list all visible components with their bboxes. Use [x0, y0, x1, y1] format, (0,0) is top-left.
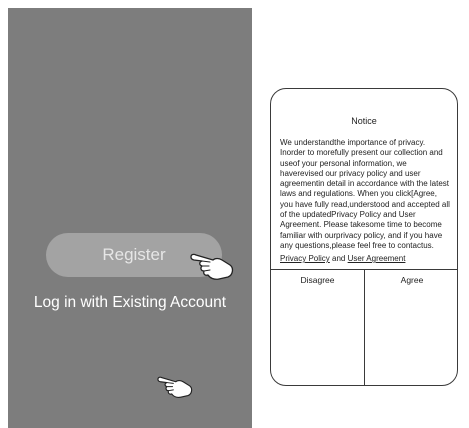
notice-body-text: We understandthe importance of privacy. … [280, 138, 450, 250]
user-agreement-link[interactable]: User Agreement [348, 254, 406, 263]
pointing-hand-icon [157, 376, 193, 398]
login-existing-account-link[interactable]: Log in with Existing Account [8, 294, 252, 312]
stage: Register Log in with Existing Account No… [0, 0, 469, 428]
privacy-policy-link[interactable]: Privacy Policy [280, 254, 330, 263]
and-text: and [332, 254, 346, 263]
pointing-hand-icon [190, 253, 234, 280]
notice-links: Privacy Policy and User Agreement [280, 254, 452, 263]
notice-dialog: Notice We understandthe importance of pr… [270, 88, 458, 386]
register-screen: Register Log in with Existing Account [8, 8, 252, 428]
agree-button[interactable]: Agree [365, 269, 457, 291]
disagree-button[interactable]: Disagree [271, 269, 364, 291]
notice-title: Notice [351, 116, 377, 126]
